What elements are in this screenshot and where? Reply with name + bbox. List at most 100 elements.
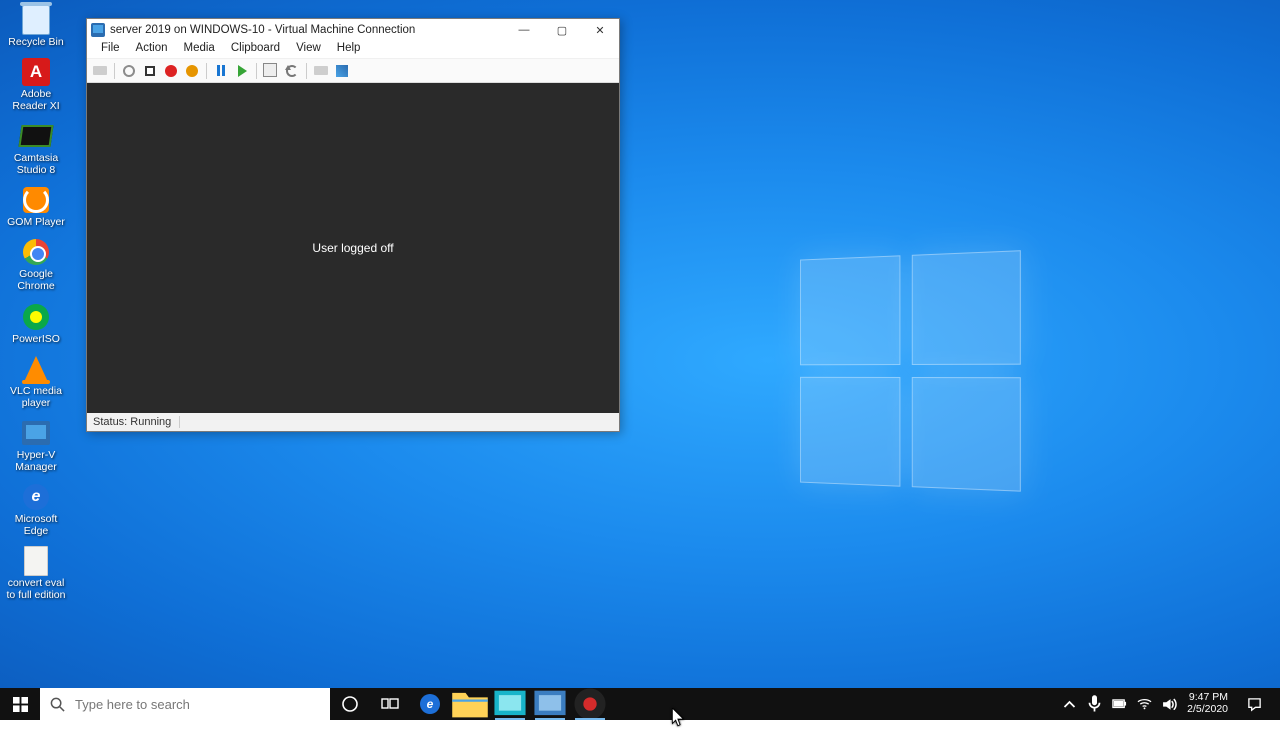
desktop-icon-poweriso[interactable]: PowerISO bbox=[4, 299, 68, 347]
task-view-button[interactable] bbox=[370, 688, 410, 720]
gom-icon bbox=[23, 187, 49, 213]
maximize-button[interactable]: ▢ bbox=[543, 19, 581, 41]
start-button[interactable] bbox=[120, 62, 138, 80]
menu-view[interactable]: View bbox=[288, 41, 329, 58]
taskbar-app-vmc[interactable] bbox=[530, 688, 570, 720]
hyperv-icon bbox=[490, 684, 530, 724]
poweriso-icon bbox=[23, 304, 49, 330]
start-button[interactable] bbox=[0, 688, 40, 720]
vm-message: User logged off bbox=[312, 241, 393, 255]
status-text: Status: Running bbox=[93, 416, 180, 428]
hyperv-icon bbox=[22, 421, 50, 445]
taskbar-app-explorer[interactable] bbox=[450, 688, 490, 720]
desktop-icon-label: Hyper-V Manager bbox=[15, 449, 56, 473]
notifications-button[interactable] bbox=[1238, 697, 1270, 712]
desktop-icon-hyperv[interactable]: Hyper-V Manager bbox=[4, 415, 68, 475]
search-placeholder: Type here to search bbox=[75, 697, 190, 712]
share-button[interactable] bbox=[333, 62, 351, 80]
windows-logo-wallpaper bbox=[800, 250, 1024, 495]
minimize-button[interactable]: — bbox=[505, 19, 543, 41]
stop-icon bbox=[145, 66, 155, 76]
reset-button[interactable] bbox=[233, 62, 251, 80]
tray-battery-button[interactable] bbox=[1112, 697, 1127, 712]
acrobat-icon: A bbox=[22, 58, 50, 86]
tray-wifi-button[interactable] bbox=[1137, 697, 1152, 712]
explorer-icon bbox=[450, 684, 490, 724]
desktop-icon-label: GOM Player bbox=[7, 216, 65, 228]
edge-icon: e bbox=[23, 484, 49, 510]
desktop-icons: Recycle Bin AAdobe Reader XI Camtasia St… bbox=[4, 2, 68, 607]
separator-icon bbox=[256, 63, 257, 79]
task-view-icon bbox=[381, 695, 399, 713]
close-button[interactable]: ✕ bbox=[581, 19, 619, 41]
taskbar-app-hyperv[interactable] bbox=[490, 688, 530, 720]
revert-icon bbox=[286, 65, 298, 77]
ctrl-alt-del-button bbox=[91, 62, 109, 80]
separator-icon bbox=[306, 63, 307, 79]
search-box[interactable]: Type here to search bbox=[40, 688, 330, 720]
separator-icon bbox=[206, 63, 207, 79]
window-title: server 2019 on WINDOWS-10 - Virtual Mach… bbox=[110, 24, 500, 36]
windows-icon bbox=[13, 697, 28, 712]
pause-icon bbox=[217, 65, 225, 76]
vmc-window[interactable]: server 2019 on WINDOWS-10 - Virtual Mach… bbox=[86, 18, 620, 432]
menu-help[interactable]: Help bbox=[329, 41, 369, 58]
play-icon bbox=[238, 65, 247, 77]
search-icon bbox=[50, 697, 65, 712]
desktop-icon-recycle-bin[interactable]: Recycle Bin bbox=[4, 2, 68, 50]
menu-media[interactable]: Media bbox=[176, 41, 223, 58]
desktop-icon-chrome[interactable]: Google Chrome bbox=[4, 234, 68, 294]
edge-icon: e bbox=[420, 694, 440, 714]
cortana-button[interactable] bbox=[330, 688, 370, 720]
desktop-icon-label: VLC media player bbox=[10, 385, 62, 409]
desktop-icon-label: PowerISO bbox=[12, 333, 60, 345]
status-bar: Status: Running bbox=[87, 413, 619, 431]
checkpoint-icon bbox=[265, 65, 277, 77]
vm-display[interactable]: User logged off bbox=[87, 83, 619, 413]
menu-bar: File Action Media Clipboard View Help bbox=[87, 41, 619, 59]
desktop-icon-textfile[interactable]: convert eval to full edition bbox=[4, 543, 68, 603]
desktop-icon-camtasia[interactable]: Camtasia Studio 8 bbox=[4, 118, 68, 178]
chrome-icon bbox=[23, 239, 49, 265]
textfile-icon bbox=[24, 546, 48, 576]
vmc-icon bbox=[530, 684, 570, 724]
tray-volume-button[interactable] bbox=[1162, 697, 1177, 712]
save-icon bbox=[186, 65, 198, 77]
clock-button[interactable]: 9:47 PM 2/5/2020 bbox=[1187, 692, 1228, 715]
circle-icon bbox=[123, 65, 135, 77]
desktop-icon-label: convert eval to full edition bbox=[7, 577, 66, 601]
taskbar: Type here to search e bbox=[0, 688, 1280, 720]
enhanced-session-button bbox=[312, 62, 330, 80]
desktop-icon-edge[interactable]: eMicrosoft Edge bbox=[4, 479, 68, 539]
shutdown-button[interactable] bbox=[162, 62, 180, 80]
tray-microphone-button[interactable] bbox=[1087, 697, 1102, 712]
desktop-icon-adobe-reader[interactable]: AAdobe Reader XI bbox=[4, 54, 68, 114]
taskbar-app-edge[interactable]: e bbox=[410, 688, 450, 720]
snagit-icon bbox=[570, 684, 610, 724]
menu-clipboard[interactable]: Clipboard bbox=[223, 41, 288, 58]
title-bar[interactable]: server 2019 on WINDOWS-10 - Virtual Mach… bbox=[87, 19, 619, 41]
bin-icon bbox=[22, 5, 50, 35]
save-button[interactable] bbox=[183, 62, 201, 80]
menu-action[interactable]: Action bbox=[128, 41, 176, 58]
pause-button[interactable] bbox=[212, 62, 230, 80]
toolbar bbox=[87, 59, 619, 83]
share-icon bbox=[336, 65, 348, 77]
revert-button[interactable] bbox=[283, 62, 301, 80]
system-tray: 9:47 PM 2/5/2020 bbox=[1052, 688, 1280, 720]
keyboard-icon bbox=[314, 66, 328, 75]
tray-overflow-button[interactable] bbox=[1062, 697, 1077, 712]
record-icon bbox=[165, 65, 177, 77]
camtasia-icon bbox=[18, 125, 53, 147]
vlc-icon bbox=[24, 356, 48, 382]
vmc-app-icon bbox=[91, 23, 105, 37]
taskbar-app-snagit[interactable] bbox=[570, 688, 610, 720]
checkpoint-button[interactable] bbox=[262, 62, 280, 80]
turnoff-button[interactable] bbox=[141, 62, 159, 80]
desktop-icon-label: Google Chrome bbox=[17, 268, 54, 292]
clock-date: 2/5/2020 bbox=[1187, 704, 1228, 716]
desktop-icon-vlc[interactable]: VLC media player bbox=[4, 351, 68, 411]
desktop-icon-gom[interactable]: GOM Player bbox=[4, 182, 68, 230]
menu-file[interactable]: File bbox=[93, 41, 128, 58]
desktop-icon-label: Adobe Reader XI bbox=[12, 88, 59, 112]
